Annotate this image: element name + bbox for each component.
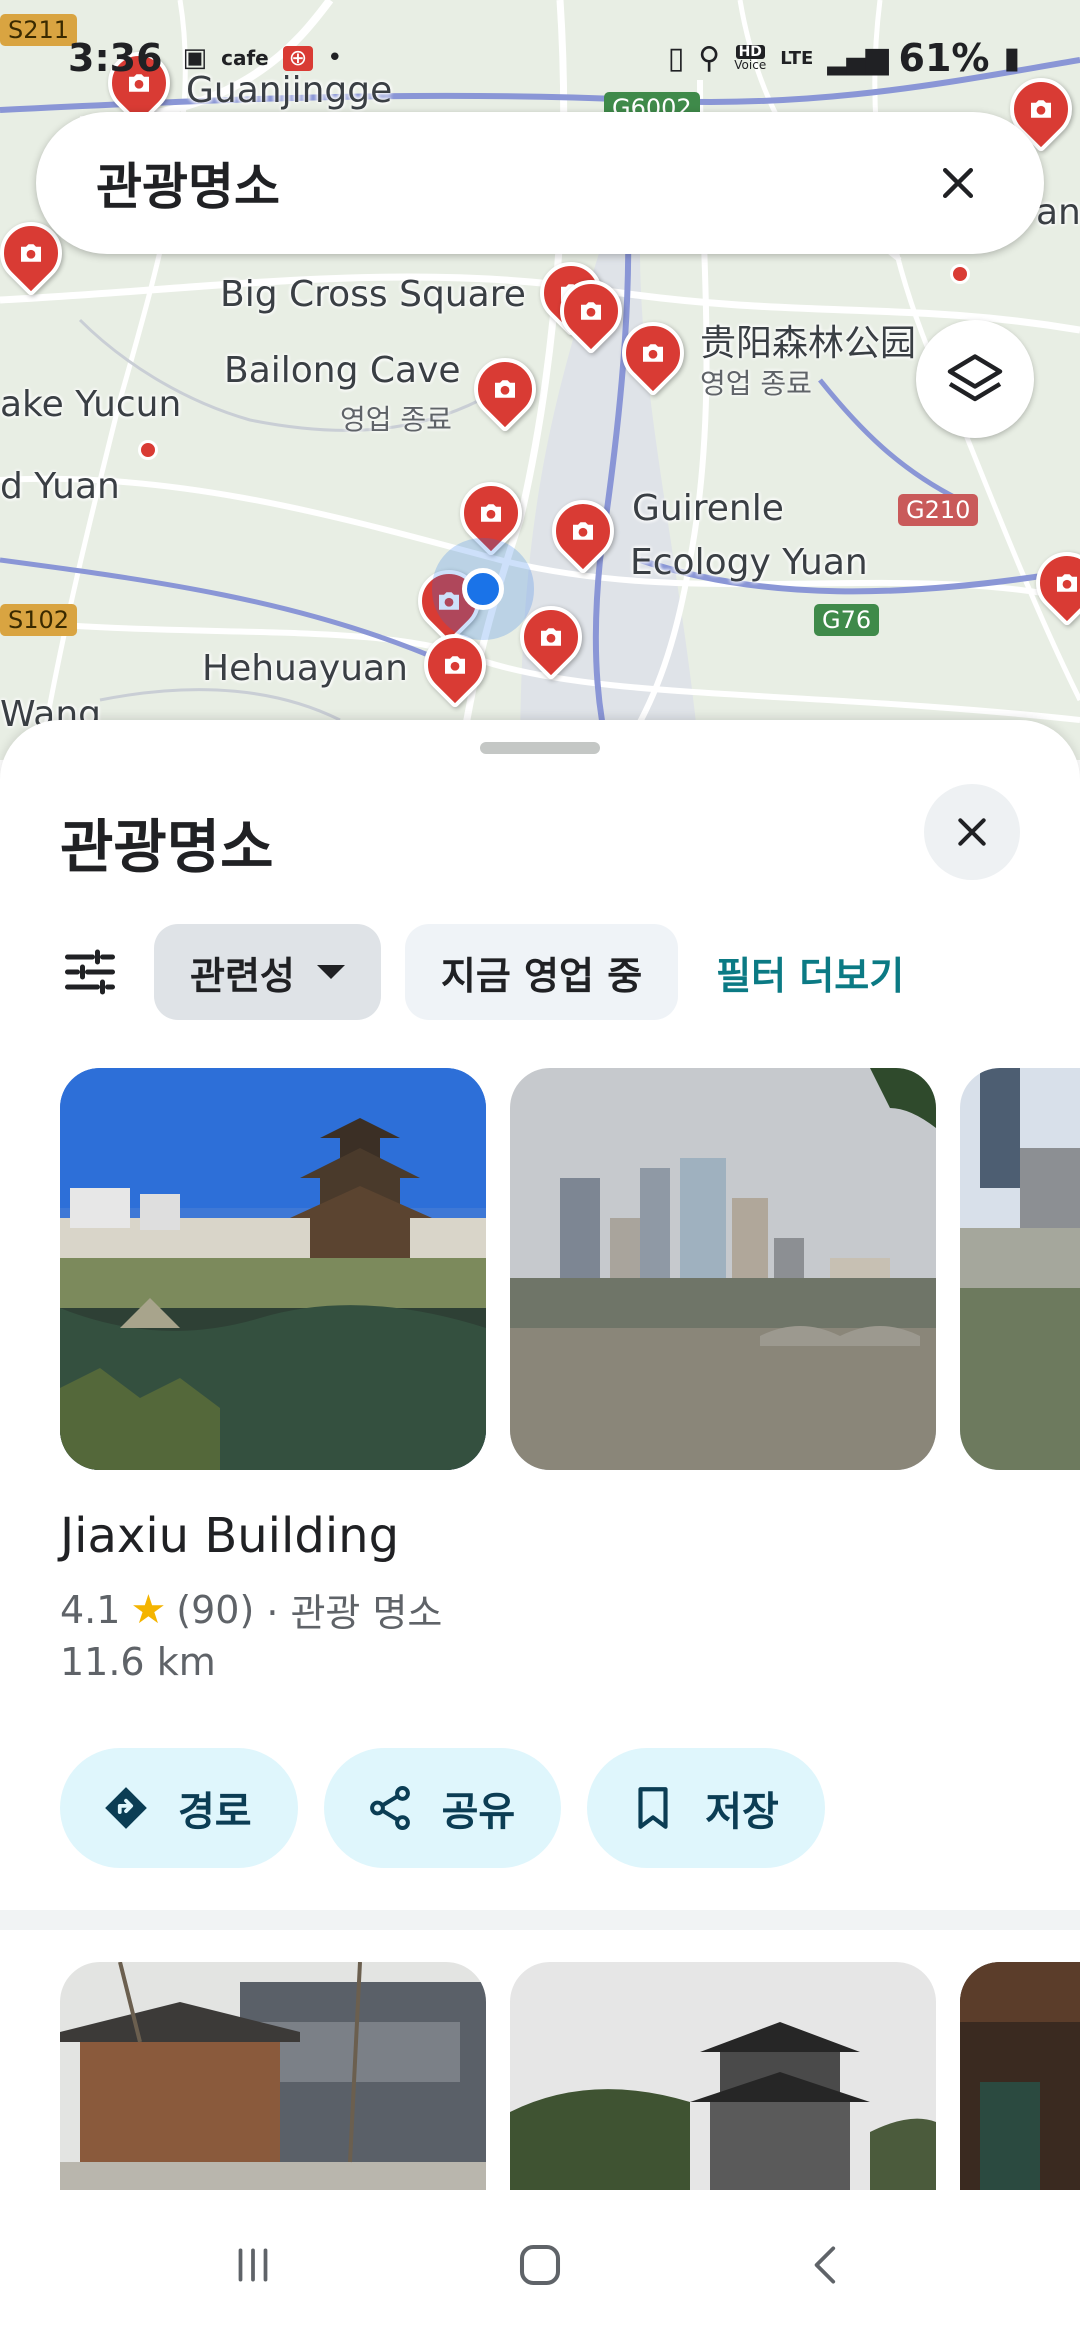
layers-icon — [947, 354, 1003, 402]
result-photo[interactable] — [510, 1962, 936, 2190]
place-dot[interactable] — [138, 440, 158, 460]
route-shield-g210: G210 — [898, 494, 979, 526]
vibrate-icon: ▯ — [667, 40, 685, 76]
filter-chips: 관련성 지금 영업 중 필터 더보기 — [60, 924, 918, 1020]
map-label-edge: ang — [1036, 192, 1080, 233]
place-distance: 11.6 km — [60, 1640, 216, 1684]
back-button[interactable] — [782, 2220, 872, 2310]
map-label-ecology-yuan[interactable]: Ecology Yuan — [630, 542, 868, 583]
result-photo[interactable] — [960, 1068, 1080, 1470]
map-status-forest-park: 영업 종료 — [700, 367, 812, 400]
map-status-bailong: 영업 종료 — [340, 403, 452, 436]
open-now-label: 지금 영업 중 — [440, 953, 643, 998]
sort-relevance-chip[interactable]: 관련성 — [154, 924, 381, 1020]
volte-indicator: HD Voice — [734, 44, 767, 72]
status-time: 3:36 — [68, 36, 163, 80]
result-photo[interactable] — [60, 1962, 486, 2190]
more-filters-link[interactable]: 필터 더보기 — [702, 924, 918, 1020]
result-photo[interactable] — [510, 1068, 936, 1470]
map-label-big-cross-square[interactable]: Big Cross Square — [220, 274, 526, 315]
system-nav-bar — [0, 2190, 1080, 2340]
result-photo[interactable] — [960, 1962, 1080, 2190]
search-bar[interactable]: 관광명소 — [36, 112, 1044, 254]
tune-icon — [65, 949, 115, 995]
map-label-hehuayuan[interactable]: Hehuayuan — [202, 648, 408, 689]
location-icon: ⚲ — [698, 40, 721, 76]
clear-search-button[interactable] — [928, 153, 988, 213]
place-dot[interactable] — [950, 264, 970, 284]
result-photo[interactable] — [60, 1068, 486, 1470]
more-filters-label: 필터 더보기 — [716, 953, 905, 998]
drag-handle[interactable] — [480, 742, 600, 754]
close-icon — [958, 818, 986, 846]
save-label: 저장 — [705, 1789, 779, 1835]
home-icon — [519, 2244, 561, 2286]
results-bottom-sheet[interactable]: 관광명소 관련성 지금 영업 중 필터 더보기 Jiaxiu Building … — [0, 720, 1080, 2190]
place-category: · 관광 명소 — [266, 1591, 443, 1635]
dropdown-caret-icon — [316, 965, 345, 979]
bookmark-icon — [625, 1780, 681, 1836]
map-layers-button[interactable] — [916, 320, 1034, 438]
notification-dot-icon: • — [327, 43, 343, 73]
battery-percent: 61% — [898, 36, 990, 80]
battery-icon: ▮ — [1003, 40, 1020, 76]
directions-icon — [98, 1780, 154, 1836]
status-bar: 3:36 ▣ cafe ⊕ • ▯ ⚲ HD Voice LTE ▂▄▆ 61%… — [0, 30, 1080, 86]
my-location-dot — [462, 568, 504, 610]
home-button[interactable] — [495, 2220, 585, 2310]
signal-icon: ▂▄▆ — [827, 40, 888, 76]
recent-apps-button[interactable] — [208, 2220, 298, 2310]
open-now-chip[interactable]: 지금 영업 중 — [404, 924, 679, 1020]
place-meta: 4.1 ★ (90) · 관광 명소 — [60, 1582, 442, 1637]
route-shield-g76: G76 — [814, 604, 880, 636]
status-app-label: cafe — [221, 46, 269, 70]
share-label: 공유 — [441, 1789, 516, 1835]
save-button[interactable]: 저장 — [587, 1748, 825, 1868]
route-shield-s102: S102 — [0, 604, 78, 636]
share-icon — [362, 1780, 418, 1836]
place-actions: 경로 공유 저장 — [60, 1748, 825, 1868]
gallery-icon: ▣ — [182, 43, 208, 73]
map-label-d-yuan[interactable]: d Yuan — [0, 466, 120, 507]
sort-relevance-label: 관련성 — [190, 953, 295, 998]
result-photo-carousel[interactable] — [60, 1962, 1080, 2190]
directions-button[interactable]: 경로 — [60, 1748, 298, 1868]
map-label-bailong-cave[interactable]: Bailong Cave — [224, 350, 461, 391]
filter-settings-button[interactable] — [60, 924, 130, 1020]
search-query[interactable]: 관광명소 — [96, 147, 928, 219]
map-label-yucun[interactable]: ake Yucun — [0, 384, 181, 425]
lte-indicator: LTE — [780, 47, 814, 69]
app-notification-icon: ⊕ — [282, 45, 314, 71]
result-photo-carousel[interactable] — [60, 1068, 1080, 1470]
back-icon — [814, 2246, 835, 2284]
map-label-guirenle[interactable]: Guirenle — [632, 488, 784, 529]
recent-apps-icon — [238, 2248, 268, 2282]
directions-label: 경로 — [178, 1789, 252, 1835]
share-button[interactable]: 공유 — [323, 1748, 562, 1868]
close-icon — [942, 167, 974, 199]
result-divider — [0, 1910, 1080, 1930]
star-icon: ★ — [130, 1586, 167, 1633]
close-sheet-button[interactable] — [924, 784, 1020, 880]
place-name[interactable]: Jiaxiu Building — [60, 1508, 399, 1564]
map-label-forest-park[interactable]: 贵阳森林公园 — [700, 314, 916, 366]
sheet-title: 관광명소 — [60, 813, 274, 881]
place-review-count: (90) — [176, 1587, 255, 1632]
place-rating: 4.1 — [60, 1587, 121, 1632]
